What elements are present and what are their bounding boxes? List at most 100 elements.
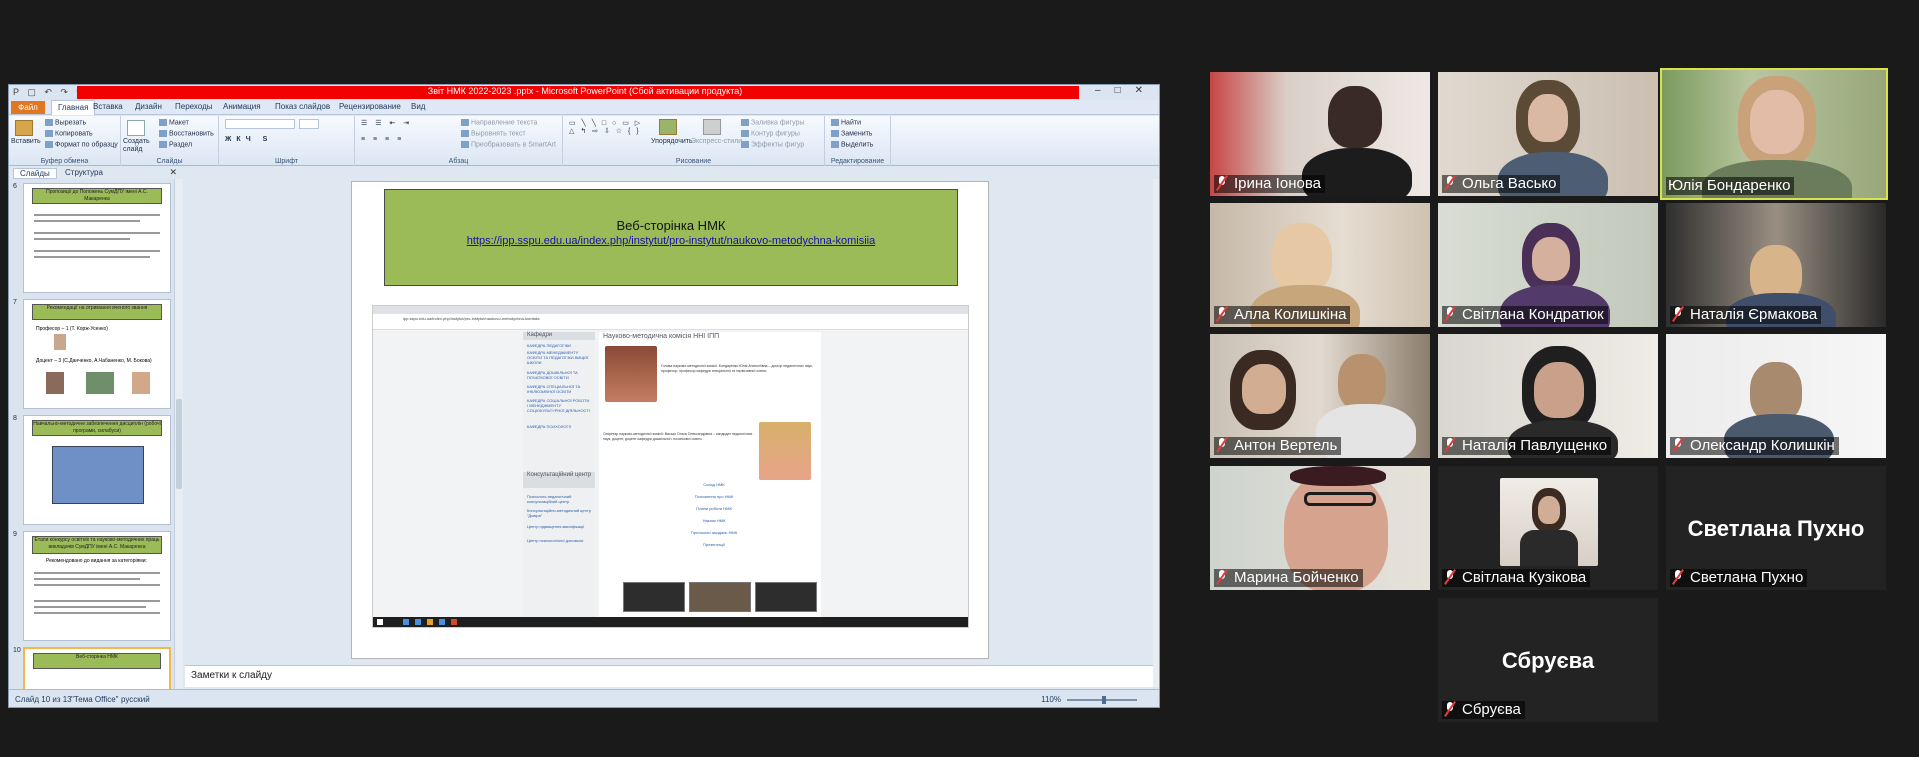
tab-view[interactable]: Вид [411,102,425,111]
slide-thumb-8[interactable]: Навчально-методичне забезпечення дисципл… [23,415,171,525]
notes-pane[interactable]: Заметки к слайду [185,665,1153,687]
tab-animation[interactable]: Анимация [223,102,261,111]
slide-title-box[interactable]: Веб-сторінка НМК https://ipp.sspu.edu.ua… [384,189,958,286]
center-link: Плани роботи НМК [696,506,732,511]
smartart-button[interactable]: Преобразовать в SmartArt [461,141,556,148]
zoom-level[interactable]: 110% [1041,695,1061,704]
participant-tile-no-video[interactable]: Сбруєва Сбруєва [1438,598,1658,722]
participant-tile[interactable]: Олександр Колишкін [1666,334,1886,458]
center-link: Положення про НМК [694,494,734,499]
slide-thumb-10[interactable]: Веб-сторінка НМК [23,647,171,689]
photo [46,372,64,394]
new-slide-button[interactable]: Создать слайд [123,138,153,154]
shape-effects-button[interactable]: Эффекты фигур [741,141,804,148]
binoculars-icon [831,119,839,126]
group-label: Абзац [448,158,469,165]
slide-thumb-6[interactable]: Пропозиції до Положень СумДПУ імені А.С.… [23,183,171,293]
group-drawing: ▭ ╲ ╲ □ ○ ▭ ▷ △ ↰ ⇨ ⇩ ☆ { } Упорядочить Э… [563,116,825,166]
slide-thumb-7[interactable]: Рекомендації на отримання вченого звання… [23,299,171,409]
arrange-button[interactable]: Упорядочить [651,138,693,145]
font-size-select[interactable] [299,119,319,129]
shapes-gallery[interactable]: ▭ ╲ ╲ □ ○ ▭ ▷ △ ↰ ⇨ ⇩ ☆ { } [569,119,642,135]
participant-name: Юлія Бондаренко [1666,177,1795,195]
shape-outline-button[interactable]: Контур фигуры [741,130,800,137]
text-direction-icon [461,119,469,126]
file-tab[interactable]: Файл [11,101,45,114]
thumb-title: Рекомендації на отримання вченого звання [32,304,162,320]
tab-slides-panel[interactable]: Слайды [13,168,57,179]
participant-tile[interactable]: Наталія Павлущенко [1438,334,1658,458]
slide-link[interactable]: https://ipp.sspu.edu.ua/index.php/instyt… [385,235,957,247]
thumbs-scrollbar[interactable] [174,179,183,689]
tab-home[interactable]: Главная [51,100,96,115]
find-button[interactable]: Найти [831,119,861,126]
arrange-icon[interactable] [659,119,677,135]
quick-styles-icon[interactable] [703,119,721,135]
participant-display-name: Светлана Пухно [1687,516,1865,541]
participant-tile[interactable]: Алла Колишкіна [1210,203,1430,327]
site-sidebar: Кафедри КАФЕДРА ПЕДАГОГІКИ КАФЕДРА МЕНЕД… [523,332,595,617]
tab-transitions[interactable]: Переходы [175,102,213,111]
current-slide[interactable]: Веб-сторінка НМК https://ipp.sspu.edu.ua… [351,181,989,659]
participant-tile-no-video[interactable]: Светлана Пухно Светлана Пухно [1666,466,1886,590]
font-format-buttons[interactable]: ЖКЧ S [225,136,272,143]
text-direction-button[interactable]: Направление текста [461,119,537,126]
group-label: Слайды [156,158,183,165]
group-font: ЖКЧ S Шрифт [219,116,355,166]
shape-fill-button[interactable]: Заливка фигуры [741,119,804,126]
title-bar: P ▢ ↶ ↷ ▾ Звіт НМК 2022-2023 .pptx - Mic… [9,85,1159,100]
layout-button[interactable]: Макет [159,119,189,126]
thumb-number: 6 [13,183,17,190]
align-buttons[interactable]: ≡ ≡ ≡ ≡ [361,136,404,143]
thumb-title: Веб-сторінка НМК [33,653,161,669]
cut-button[interactable]: Вырезать [45,119,86,126]
replace-button[interactable]: Заменить [831,130,872,137]
quick-styles-button[interactable]: Экспресс-стили [691,138,742,145]
select-button[interactable]: Выделить [831,141,873,148]
list-buttons[interactable]: ☰ ☰ ⇤ ⇥ [361,119,412,127]
thumb-line: Рекомендовано до видання за категоріями: [46,558,147,564]
tab-design[interactable]: Дизайн [135,102,162,111]
slide-title: Веб-сторінка НМК [616,218,726,233]
select-icon [831,141,839,148]
paste-button[interactable]: Вставить [11,138,41,145]
reset-button[interactable]: Восстановить [159,130,214,137]
slide-thumb-9[interactable]: Етапи конкурсу освітніх та науково-метод… [23,531,171,641]
window-title: Звіт НМК 2022-2023 .pptx - Microsoft Pow… [427,86,743,96]
language[interactable]: русский [121,695,150,704]
paste-icon[interactable] [15,120,33,136]
bookmarks-bar [373,323,968,330]
font-family-select[interactable] [225,119,295,129]
center-link: Протоколи засідань НМК [690,530,738,535]
outline-icon [741,130,749,137]
tab-insert[interactable]: Вставка [93,102,123,111]
chair-text: Голова науково-методичної комісії: Бонда… [661,364,813,373]
close-icon[interactable]: ✕ [169,167,177,178]
group-label: Шрифт [274,158,299,165]
participant-tile-photo[interactable]: Світлана Кузікова [1438,466,1658,590]
slide-scrollbar[interactable] [1153,179,1159,687]
participant-tile[interactable]: Світлана Кондратюк [1438,203,1658,327]
participant-tile[interactable]: Антон Вертель [1210,334,1430,458]
participant-tile[interactable]: Ольга Васько [1438,72,1658,196]
copy-button[interactable]: Копировать [45,130,93,137]
scroll-thumb[interactable] [176,399,182,489]
participant-tile-active-speaker[interactable]: Юлія Бондаренко [1660,68,1888,200]
participant-tile[interactable]: Ірина Іонова [1210,72,1430,196]
zoom-slider-knob[interactable] [1102,696,1106,704]
tab-slideshow[interactable]: Показ слайдов [275,102,330,111]
mic-muted-icon [1444,702,1456,716]
sidebar-link: Консультаційно-методичний центр "Довіра" [527,508,591,518]
mic-muted-icon [1444,438,1456,452]
window-controls[interactable]: –□✕ [1095,85,1157,96]
participant-tile[interactable]: Наталія Єрмакова [1666,203,1886,327]
tab-review[interactable]: Рецензирование [339,102,401,111]
sidebar-link: КАФЕДРА СОЦІАЛЬНОЇ РОБОТИ І МЕНЕДЖМЕНТУ … [527,398,590,413]
format-painter-button[interactable]: Формат по образцу [45,141,118,148]
tab-outline-panel[interactable]: Структура [59,168,109,177]
participant-tile[interactable]: Марина Бойченко [1210,466,1430,590]
new-slide-icon[interactable] [127,120,145,136]
section-button[interactable]: Раздел [159,141,192,148]
align-text-button[interactable]: Выровнять текст [461,130,526,137]
group-label: Рисование [675,158,712,165]
